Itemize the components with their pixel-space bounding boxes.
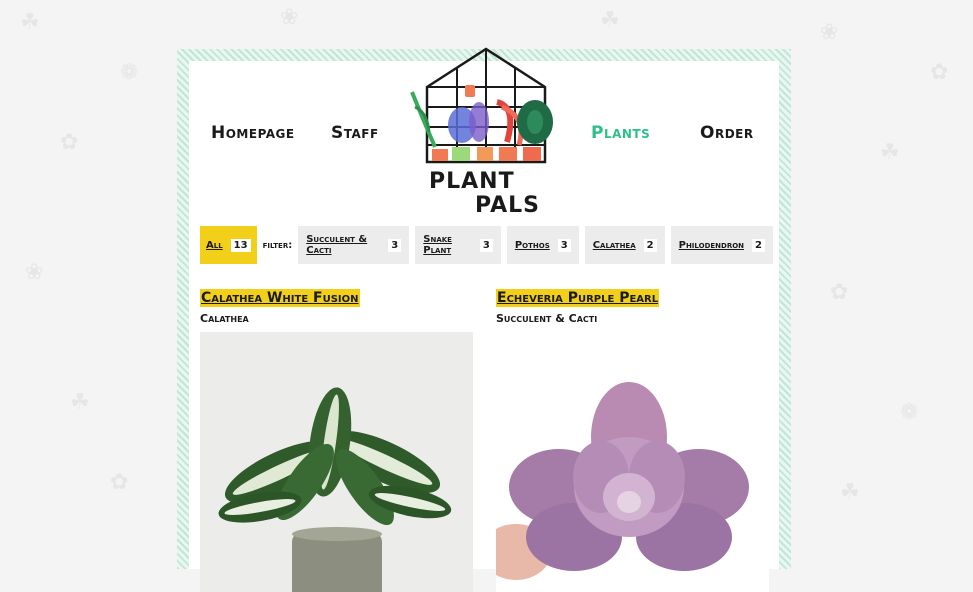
- filter-item-label: Pothos: [514, 239, 550, 251]
- plant-photo[interactable]: [496, 332, 769, 592]
- filter-calathea[interactable]: Calathea 2: [584, 226, 665, 264]
- plant-title-link[interactable]: Echeveria Purple Pearl: [496, 289, 660, 307]
- doodle-icon: ✿: [830, 280, 849, 305]
- main-card: Homepage Staff Plants Order PLANT PALS A…: [189, 47, 779, 592]
- calathea-plant-image: [200, 332, 473, 592]
- filter-label: filter:: [262, 239, 293, 251]
- filter-all-label: All: [206, 239, 223, 251]
- filter-all[interactable]: All 13: [200, 226, 257, 264]
- doodle-icon: ☘: [880, 140, 900, 165]
- filter-pothos[interactable]: Pothos 3: [506, 226, 579, 264]
- filter-snake-plant[interactable]: Snake Plant 3: [415, 226, 501, 264]
- doodle-icon: ☘: [600, 8, 620, 33]
- nav-staff[interactable]: Staff: [331, 123, 379, 143]
- echeveria-plant-image: [496, 332, 769, 592]
- doodle-icon: ☘: [20, 10, 40, 35]
- doodle-icon: ☘: [840, 480, 860, 505]
- plant-photo[interactable]: [200, 332, 473, 592]
- filter-item-count: 3: [557, 238, 571, 252]
- plant-category: Succulent & Cacti: [496, 312, 598, 325]
- filter-item-count: 3: [479, 238, 493, 252]
- filter-item-label: Snake Plant: [423, 234, 452, 256]
- doodle-icon: ✿: [60, 130, 79, 155]
- filter-philodendron[interactable]: Philodendron 2: [670, 226, 773, 264]
- filter-item-count: 3: [388, 238, 402, 252]
- doodle-icon: ❀: [25, 260, 44, 285]
- filter-item-count: 2: [752, 238, 765, 252]
- doodle-icon: ❀: [820, 20, 839, 45]
- filter-item-label: Calathea: [592, 239, 636, 251]
- filter-item-count: 2: [643, 238, 657, 252]
- filter-bar: All 13 filter: Succulent & Cacti 3 Snake…: [200, 226, 779, 264]
- logo-text-line1: PLANT: [429, 169, 515, 194]
- doodle-icon: ✿: [110, 470, 129, 495]
- nav-plants[interactable]: Plants: [591, 123, 650, 143]
- doodle-icon: ✿: [930, 60, 949, 85]
- doodle-icon: ❁: [900, 400, 919, 425]
- filter-item-label: Succulent & Cacti: [306, 234, 368, 256]
- greenhouse-icon: [410, 47, 553, 164]
- filter-all-count: 13: [230, 238, 251, 252]
- nav-order[interactable]: Order: [700, 123, 754, 143]
- plant-title-link[interactable]: Calathea White Fusion: [200, 289, 360, 307]
- nav-homepage[interactable]: Homepage: [211, 123, 295, 143]
- doodle-icon: ☘: [70, 390, 90, 415]
- plant-category: Calathea: [200, 312, 249, 325]
- filter-item-label: Philodendron: [678, 239, 745, 251]
- doodle-icon: ❀: [280, 5, 299, 30]
- doodle-icon: ❁: [120, 60, 139, 85]
- filter-succulent-cacti[interactable]: Succulent & Cacti 3: [298, 226, 410, 264]
- plant-pals-logo[interactable]: PLANT PALS: [407, 47, 565, 218]
- logo-text-line2: PALS: [475, 193, 540, 218]
- page-frame: Homepage Staff Plants Order PLANT PALS A…: [177, 47, 791, 592]
